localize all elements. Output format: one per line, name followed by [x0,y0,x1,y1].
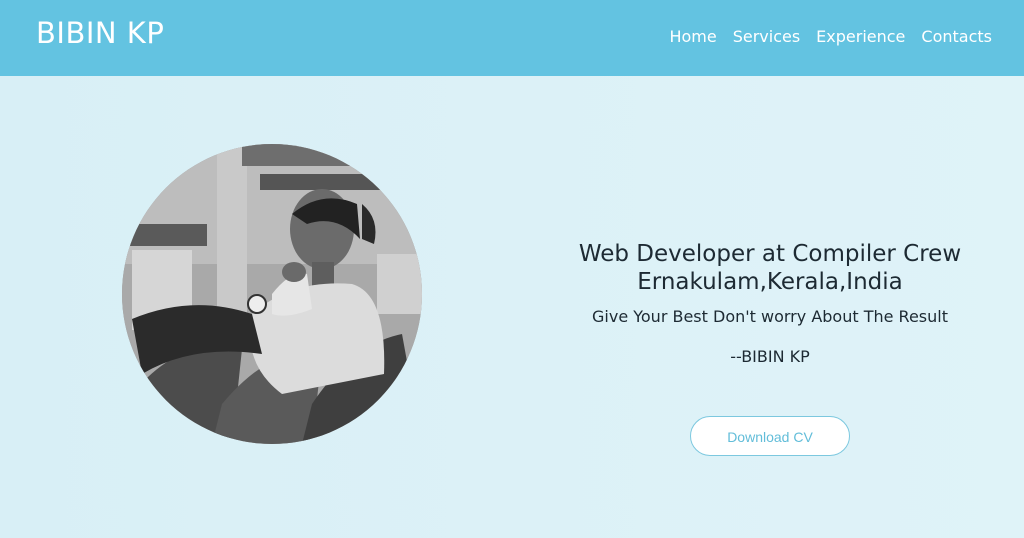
tagline: Give Your Best Don't worry About The Res… [592,307,948,326]
headline-line-1: Web Developer at Compiler Crew [578,241,962,267]
nav-menu: Home Services Experience Contacts [669,26,992,48]
headline: Web Developer at Compiler Crew Ernakulam… [540,240,1000,296]
profile-photo [122,144,422,444]
nav-link-contacts[interactable]: Contacts [921,27,992,46]
nav-item-experience: Experience [816,26,905,48]
profile-photo-illustration [122,144,422,444]
nav-item-contacts: Contacts [921,26,992,48]
signature: --BIBIN KP [730,347,810,366]
nav-item-services: Services [733,26,800,48]
headline-line-2: Ernakulam,Kerala,India [637,269,903,295]
nav-link-home[interactable]: Home [669,27,716,46]
nav-link-experience[interactable]: Experience [816,27,905,46]
brand-logo[interactable]: BIBIN KP [36,15,164,51]
download-cv-button[interactable]: Download CV [690,416,850,456]
nav-item-home: Home [669,26,716,48]
intro-text-block: Web Developer at Compiler Crew Ernakulam… [540,240,1000,368]
nav-link-services[interactable]: Services [733,27,800,46]
hero-section: Web Developer at Compiler Crew Ernakulam… [0,76,1024,538]
navbar: BIBIN KP Home Services Experience Contac… [0,0,1024,76]
